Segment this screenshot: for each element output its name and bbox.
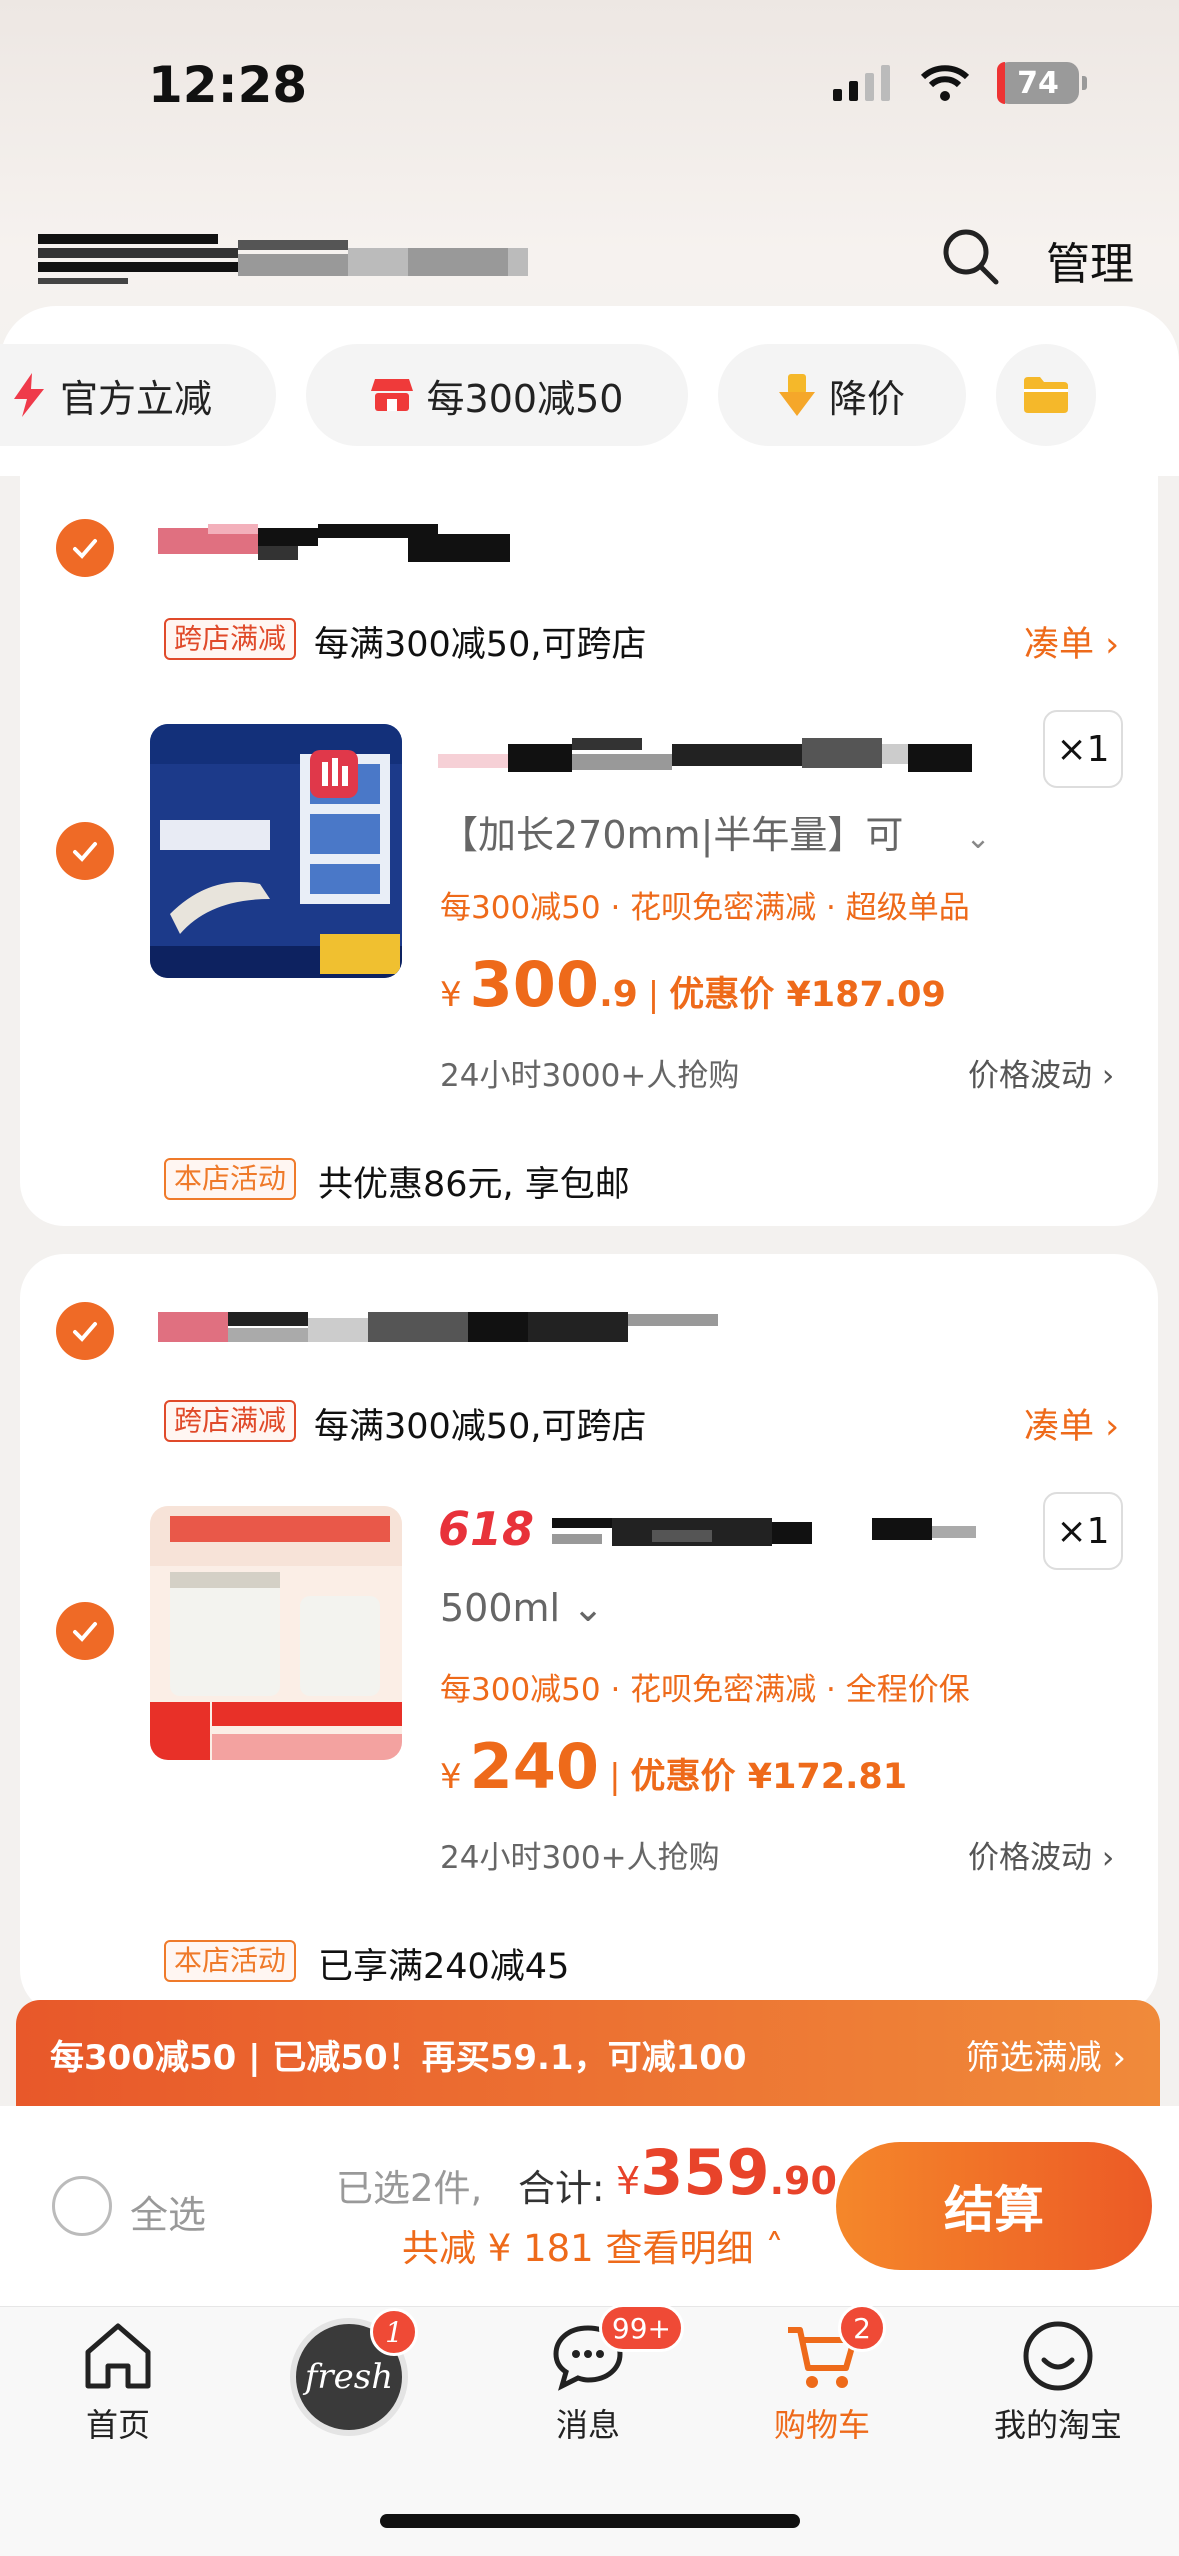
store-activity-text: 已享满240减45	[318, 1947, 570, 1987]
store-activity-tag: 本店活动	[164, 1158, 297, 1200]
chip-official-discount[interactable]: 官方立减	[0, 344, 276, 446]
tab-label: 我的淘宝	[993, 2406, 1122, 2444]
checkmark-icon	[73, 1322, 97, 1342]
fresh-avatar[interactable]: fresh 1	[290, 2308, 418, 2436]
sales-count: 24小时3000+人抢购	[440, 1058, 740, 1094]
chip-label: 官方立减	[60, 376, 213, 421]
select-all-checkbox[interactable]	[52, 2176, 112, 2236]
banner-text: 每300减50 | 已减50！再买59.1，可减100	[50, 2037, 747, 2078]
notification-badge: 2	[838, 2304, 886, 2352]
notification-badge: 1	[370, 2308, 418, 2356]
discount-price: 优惠价 ¥172.81	[630, 1757, 908, 1797]
price-currency: ¥	[440, 1757, 462, 1797]
chip-price-drop[interactable]: 降价	[718, 344, 966, 446]
tab-messages[interactable]: 99+ 消息	[488, 2304, 688, 2446]
price-separator: |	[647, 975, 660, 1015]
wifi-icon	[920, 65, 970, 101]
redacted-title	[38, 234, 528, 284]
filter-chips: 官方立减 每300减50 降价	[0, 344, 1179, 446]
chip-label: 降价	[828, 376, 905, 421]
smile-icon	[1018, 2316, 1098, 2396]
price-decimal: .9	[599, 974, 638, 1015]
sku-selector[interactable]: 500ml ⌄	[440, 1586, 604, 1630]
cross-store-tag: 跨店满减	[164, 618, 297, 660]
fresh-label: fresh	[304, 2357, 394, 2397]
store-checkbox[interactable]	[56, 519, 114, 577]
cross-store-tag: 跨店满减	[164, 1400, 297, 1442]
total-label: 合计:	[518, 2167, 605, 2210]
signal-icon	[833, 65, 890, 101]
benefit-tags: 每300减50 · 花呗免密满减 · 超级单品	[440, 890, 970, 926]
tab-cart[interactable]: 2 购物车	[722, 2304, 922, 2446]
store-activity-text: 共优惠86元, 享包邮	[318, 1165, 630, 1205]
benefit-tags: 每300减50 · 花呗免密满减 · 全程价保	[440, 1672, 970, 1708]
message-icon: 99+	[548, 2304, 684, 2396]
chip-label: 每300减50	[426, 376, 624, 421]
product-thumbnail[interactable]	[150, 1506, 402, 1760]
chip-per-300-minus-50[interactable]: 每300减50	[306, 344, 688, 446]
lightning-icon	[14, 373, 44, 417]
total-price: ¥ 359 .90	[616, 2136, 837, 2209]
status-icons: 74	[833, 62, 1087, 104]
folder-icon	[1024, 377, 1068, 413]
coudan-link[interactable]: 凑单 ›	[1024, 616, 1119, 667]
price-integer: 300	[469, 948, 600, 1021]
status-time: 12:28	[148, 56, 308, 114]
total-integer: 359	[640, 2136, 770, 2209]
coudan-link[interactable]: 凑单 ›	[1024, 1398, 1119, 1449]
manage-button[interactable]: 管理	[1046, 228, 1134, 292]
item-checkbox[interactable]	[56, 1602, 114, 1660]
notification-badge: 99+	[598, 2304, 684, 2352]
checkmark-icon	[73, 1622, 97, 1642]
store-activity-tag: 本店活动	[164, 1940, 297, 1982]
promo-618-tag: 618	[438, 1502, 535, 1556]
product-thumbnail[interactable]	[150, 724, 402, 978]
checkmark-icon	[73, 842, 97, 862]
price-integer: 240	[469, 1730, 600, 1803]
total-decimal: .90	[769, 2159, 837, 2203]
price-wave-link[interactable]: 价格波动 ›	[968, 1050, 1114, 1095]
filter-discount-link[interactable]: 筛选满减 ›	[966, 2030, 1126, 2079]
down-arrow-icon	[778, 374, 815, 416]
quantity-box[interactable]: ×1	[1043, 710, 1123, 788]
price-separator: |	[609, 1757, 621, 1797]
quantity-box[interactable]: ×1	[1043, 1492, 1123, 1570]
redacted-store-name	[158, 1312, 718, 1342]
sku-label: 【加长270mm|半年量】可	[440, 813, 904, 857]
tab-label: 购物车	[773, 2406, 870, 2444]
tab-label: 首页	[85, 2406, 150, 2444]
redacted-item-title	[552, 1518, 976, 1546]
redacted-store-name	[158, 524, 510, 562]
chevron-down-icon: ⌄	[965, 821, 991, 856]
total-currency: ¥	[616, 2159, 641, 2203]
price-row: ¥ 300 .9 | 优惠价 ¥187.09	[440, 948, 946, 1021]
tab-my-taobao[interactable]: 我的淘宝	[958, 2316, 1158, 2446]
battery-indicator: 74	[997, 62, 1087, 104]
sku-selector[interactable]: 【加长270mm|半年量】可 ⌄	[440, 804, 991, 859]
price-row: ¥ 240 | 优惠价 ¥172.81	[440, 1730, 907, 1803]
sales-count: 24小时300+人抢购	[440, 1840, 720, 1876]
price-wave-link[interactable]: 价格波动 ›	[968, 1832, 1114, 1877]
promo-text: 每满300减50,可跨店	[314, 1407, 647, 1447]
checkout-button[interactable]: 结算	[836, 2142, 1152, 2270]
promo-text: 每满300减50,可跨店	[314, 625, 647, 665]
redacted-item-title	[438, 738, 972, 772]
savings-detail-link[interactable]: 共减 ¥ 181 查看明细 ˄	[402, 2218, 784, 2272]
search-icon[interactable]	[938, 224, 1002, 288]
store-icon	[370, 379, 413, 411]
promo-banner[interactable]: 每300减50 | 已减50！再买59.1，可减100 筛选满减 ›	[16, 2000, 1160, 2108]
discount-price: 优惠价 ¥187.09	[669, 975, 946, 1015]
home-indicator[interactable]	[380, 2514, 800, 2528]
selected-count: 已选2件,	[336, 2167, 483, 2210]
item-checkbox[interactable]	[56, 822, 114, 880]
home-icon	[78, 2316, 158, 2396]
checkmark-icon	[73, 539, 97, 559]
store-checkbox[interactable]	[56, 1302, 114, 1360]
tab-home[interactable]: 首页	[18, 2316, 218, 2446]
price-currency: ¥	[440, 975, 462, 1015]
select-all-label[interactable]: 全选	[130, 2184, 206, 2239]
cart-icon: 2	[782, 2304, 886, 2396]
tab-label: 消息	[555, 2406, 620, 2444]
chip-folder[interactable]	[996, 344, 1096, 446]
